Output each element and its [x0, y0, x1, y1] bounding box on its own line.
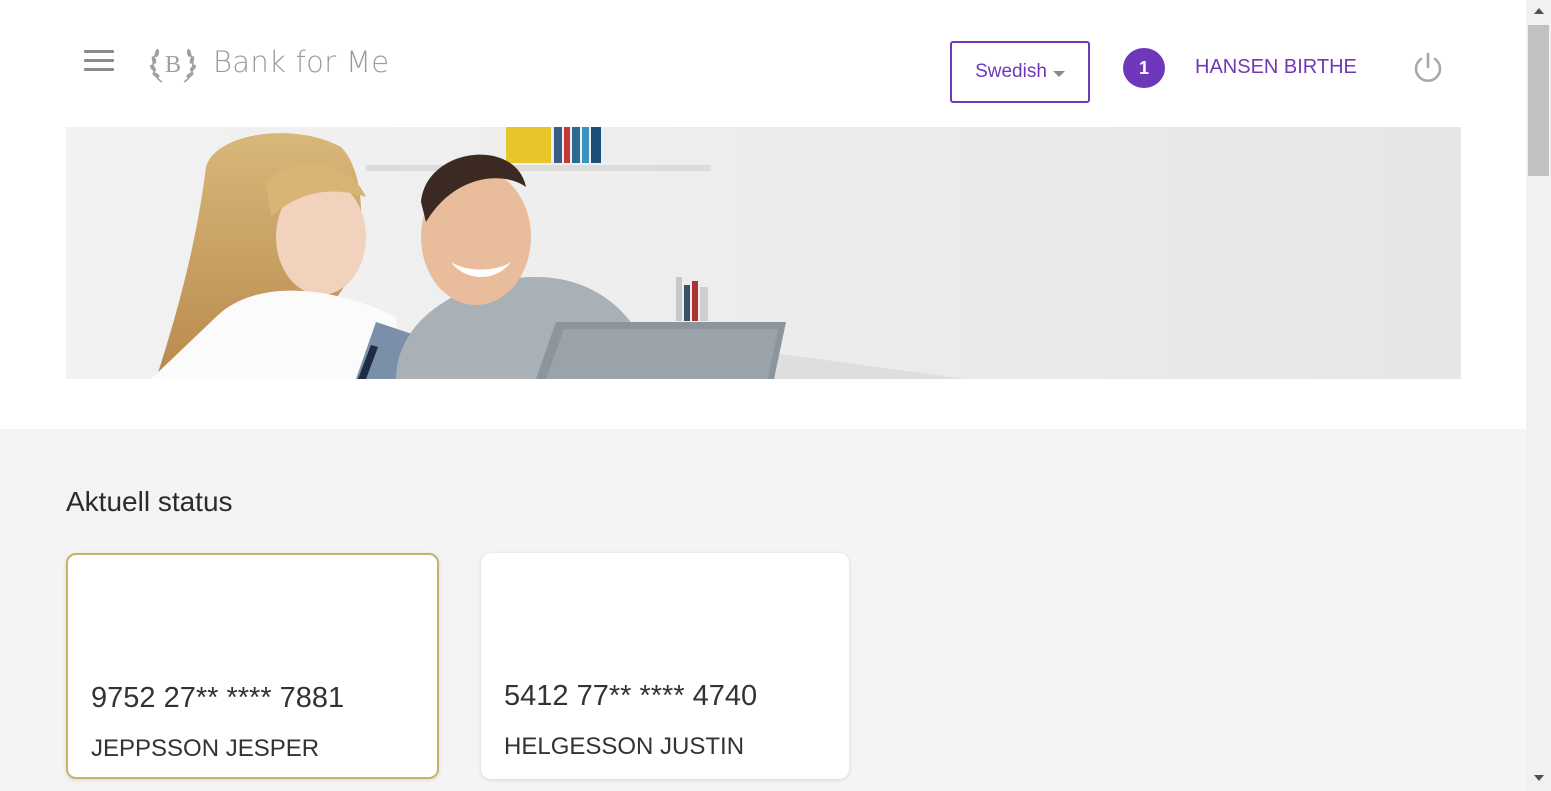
user-name-link[interactable]: HANSEN BIRTHE [1195, 56, 1357, 79]
hero-banner-image [66, 127, 1461, 379]
logo-emblem-icon: B [150, 49, 196, 83]
scrollbar-thumb[interactable] [1528, 25, 1549, 176]
scroll-up-arrow-icon[interactable] [1534, 8, 1544, 14]
vertical-scrollbar[interactable] [1526, 0, 1551, 791]
hamburger-menu-icon[interactable] [84, 50, 114, 72]
caret-down-icon [1052, 70, 1065, 77]
card-number: 5412 77** **** 4740 [504, 680, 758, 712]
card-number: 9752 27** **** 7881 [91, 682, 345, 714]
language-select[interactable]: Swedish [950, 41, 1090, 103]
language-select-value: Swedish [975, 61, 1047, 82]
card-holder: JEPPSSON JESPER [91, 735, 320, 762]
hero-banner-illustration [66, 127, 1461, 379]
main-content: Aktuell status 9752 27** **** 7881 JEPPS… [0, 429, 1526, 791]
notification-badge[interactable]: 1 [1123, 48, 1165, 88]
scroll-down-arrow-icon[interactable] [1534, 775, 1544, 781]
svg-text:B: B [165, 52, 181, 78]
card-item-selected[interactable]: 9752 27** **** 7881 JEPPSSON JESPER [66, 553, 439, 779]
brand-name[interactable]: Bank for Me [213, 45, 389, 79]
card-item[interactable]: 5412 77** **** 4740 HELGESSON JUSTIN [481, 553, 849, 779]
power-icon[interactable] [1410, 50, 1446, 86]
app-header: B Bank for Me Swedish 1 HANSEN BIRTHE [0, 0, 1526, 127]
card-holder: HELGESSON JUSTIN [504, 733, 745, 760]
section-title: Aktuell status [66, 486, 233, 517]
